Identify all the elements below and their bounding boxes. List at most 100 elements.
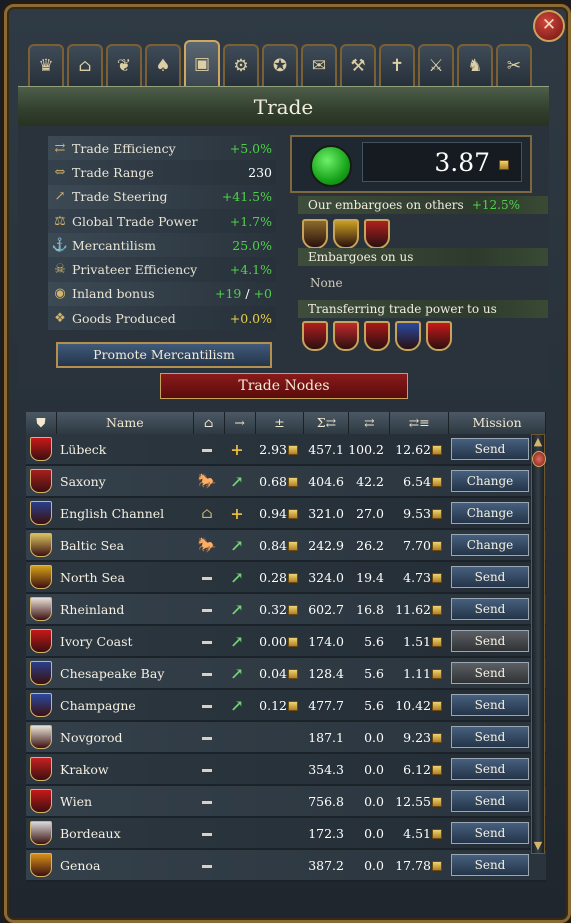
table-row[interactable]: Genoa 387.2 0.0 17.78 Send bbox=[26, 850, 546, 882]
node-name[interactable]: English Channel bbox=[56, 506, 192, 521]
node-name[interactable]: Bordeaux bbox=[56, 826, 192, 841]
stat-row: ⇄ Trade Efficiency +5.0% bbox=[48, 136, 276, 161]
tab-scroll-icon[interactable]: ✉ bbox=[301, 44, 337, 86]
node-delta: 0.94 bbox=[259, 505, 287, 521]
node-name[interactable]: North Sea bbox=[56, 570, 192, 585]
mission-send-button[interactable]: Send bbox=[451, 662, 529, 684]
mission-change-button[interactable]: Change bbox=[451, 534, 529, 556]
transfer-shield-icon[interactable] bbox=[302, 321, 328, 351]
tab-trade-crate-icon[interactable]: ▣ bbox=[184, 40, 220, 86]
total-power-header-icon[interactable]: Σ⇄ bbox=[304, 412, 350, 434]
embargo-shield-icon[interactable] bbox=[302, 219, 328, 249]
stat-value-cell: +5.0% bbox=[212, 141, 276, 156]
mission-send-button[interactable]: Send bbox=[451, 758, 529, 780]
mission-send-button[interactable]: Send bbox=[451, 694, 529, 716]
scroll-up-icon[interactable]: ▲ bbox=[531, 436, 545, 447]
table-row[interactable]: Krakow 354.3 0.0 6.12 Send bbox=[26, 754, 546, 786]
table-row[interactable]: Bordeaux 172.3 0.0 4.51 Send bbox=[26, 818, 546, 850]
node-name[interactable]: Chesapeake Bay bbox=[56, 666, 192, 681]
node-mission-cell: Send bbox=[442, 854, 538, 876]
table-row[interactable]: Champagne ↗ 0.12 477.7 5.6 10.42 Send bbox=[26, 690, 546, 722]
tab-hammer-icon[interactable]: ⚒ bbox=[340, 44, 376, 86]
mission-send-button[interactable]: Send bbox=[451, 566, 529, 588]
node-name[interactable]: Rheinland bbox=[56, 602, 192, 617]
transfer-shield-icon[interactable] bbox=[395, 321, 421, 351]
income-header-icon[interactable]: ⇄≡ bbox=[390, 412, 450, 434]
mission-change-button[interactable]: Change bbox=[451, 470, 529, 492]
node-direction-cell: + bbox=[222, 504, 252, 523]
node-name[interactable]: Wien bbox=[56, 794, 192, 809]
tab-cross-icon[interactable]: ✝ bbox=[379, 44, 415, 86]
transferring-label: Transferring trade power to us bbox=[308, 302, 497, 316]
node-flag-icon bbox=[30, 725, 52, 749]
mission-send-button[interactable]: Send bbox=[451, 790, 529, 812]
mission-change-button[interactable]: Change bbox=[451, 502, 529, 524]
shield-header-icon[interactable]: ⛊ bbox=[26, 412, 57, 434]
node-home-cell bbox=[192, 600, 222, 618]
tab-building-icon[interactable]: ⌂ bbox=[67, 44, 103, 86]
plusminus-header[interactable]: ± bbox=[256, 412, 305, 434]
ducat-icon bbox=[288, 445, 298, 455]
inland-bonus-icon: ◉ bbox=[54, 286, 66, 302]
stat-value-cell: +1.7% bbox=[212, 214, 276, 229]
tab-sacks-icon[interactable]: ♠ bbox=[145, 44, 181, 86]
header-name[interactable]: Name bbox=[57, 412, 194, 434]
table-row[interactable]: Wien 756.8 0.0 12.55 Send bbox=[26, 786, 546, 818]
tab-cannon-icon[interactable]: ⚔ bbox=[418, 44, 454, 86]
tab-crown-icon[interactable]: ♛ bbox=[28, 44, 64, 86]
transfer-shield-icon[interactable] bbox=[364, 321, 390, 351]
home-header-icon[interactable]: ⌂ bbox=[194, 412, 225, 434]
mission-send-button[interactable]: Send bbox=[451, 854, 529, 876]
scroll-down-icon[interactable]: ▼ bbox=[531, 840, 545, 851]
node-name[interactable]: Saxony bbox=[56, 474, 192, 489]
mission-send-button[interactable]: Send bbox=[451, 822, 529, 844]
node-name[interactable]: Genoa bbox=[56, 858, 192, 873]
table-row[interactable]: Rheinland ↗ 0.32 602.7 16.8 11.62 Send bbox=[26, 594, 546, 626]
node-delta-cell: 0.32 bbox=[252, 602, 300, 617]
direction-header-icon[interactable]: → bbox=[225, 412, 256, 434]
node-name[interactable]: Baltic Sea bbox=[56, 538, 192, 553]
mission-send-button[interactable]: Send bbox=[451, 438, 529, 460]
ducat-icon bbox=[432, 445, 442, 455]
ducat-icon bbox=[288, 605, 298, 615]
table-row[interactable]: Saxony 🐎 ↗ 0.68 404.6 42.2 6.54 Change bbox=[26, 466, 546, 498]
embargo-shield-icon[interactable] bbox=[333, 219, 359, 249]
node-total-power: 404.6 bbox=[308, 473, 344, 489]
node-name[interactable]: Krakow bbox=[56, 762, 192, 777]
node-own-power: 19.4 bbox=[356, 569, 384, 585]
own-power-header-icon[interactable]: ⇄ bbox=[349, 412, 391, 434]
promote-mercantilism-button[interactable]: Promote Mercantilism bbox=[56, 342, 272, 368]
node-mission-cell: Send bbox=[442, 822, 538, 844]
tab-tools-icon[interactable]: ✂ bbox=[496, 44, 532, 86]
embargo-shield-icon[interactable] bbox=[364, 219, 390, 249]
node-name[interactable]: Lübeck bbox=[56, 442, 192, 457]
table-row[interactable]: Novgorod 187.1 0.0 9.23 Send bbox=[26, 722, 546, 754]
tab-dove-icon[interactable]: ❦ bbox=[106, 44, 142, 86]
node-direction-cell: ↗ bbox=[222, 536, 252, 555]
mission-send-button[interactable]: Send bbox=[451, 726, 529, 748]
close-button[interactable]: ✕ bbox=[533, 10, 565, 42]
stat-label: Inland bonus bbox=[72, 286, 155, 302]
tab-helmet-icon[interactable]: ♞ bbox=[457, 44, 493, 86]
node-own-power: 0.0 bbox=[364, 761, 384, 777]
tab-gear-icon[interactable]: ⚙ bbox=[223, 44, 259, 86]
ducat-icon bbox=[288, 573, 298, 583]
table-row[interactable]: North Sea ↗ 0.28 324.0 19.4 4.73 Send bbox=[26, 562, 546, 594]
node-name[interactable]: Champagne bbox=[56, 698, 192, 713]
tab-bulb-icon[interactable]: ✪ bbox=[262, 44, 298, 86]
mission-send-button[interactable]: Send bbox=[451, 630, 529, 652]
table-row[interactable]: English Channel ⌂ + 0.94 321.0 27.0 9.53… bbox=[26, 498, 546, 530]
node-name[interactable]: Novgorod bbox=[56, 730, 192, 745]
table-row[interactable]: Ivory Coast ↗ 0.00 174.0 5.6 1.51 Send bbox=[26, 626, 546, 658]
scroll-thumb[interactable] bbox=[532, 451, 546, 467]
mission-send-button[interactable]: Send bbox=[451, 598, 529, 620]
table-row[interactable]: Baltic Sea 🐎 ↗ 0.84 242.9 26.2 7.70 Chan… bbox=[26, 530, 546, 562]
node-mission-cell: Send bbox=[442, 758, 538, 780]
transfer-shield-icon[interactable] bbox=[426, 321, 452, 351]
header-mission[interactable]: Mission bbox=[449, 412, 546, 434]
table-row[interactable]: Chesapeake Bay ↗ 0.04 128.4 5.6 1.11 Sen… bbox=[26, 658, 546, 690]
table-row[interactable]: Lübeck + 2.93 457.1 100.2 12.62 Send bbox=[26, 434, 546, 466]
node-name[interactable]: Ivory Coast bbox=[56, 634, 192, 649]
transfer-shield-icon[interactable] bbox=[333, 321, 359, 351]
scrollbar[interactable]: ▲ ▼ bbox=[531, 434, 546, 854]
